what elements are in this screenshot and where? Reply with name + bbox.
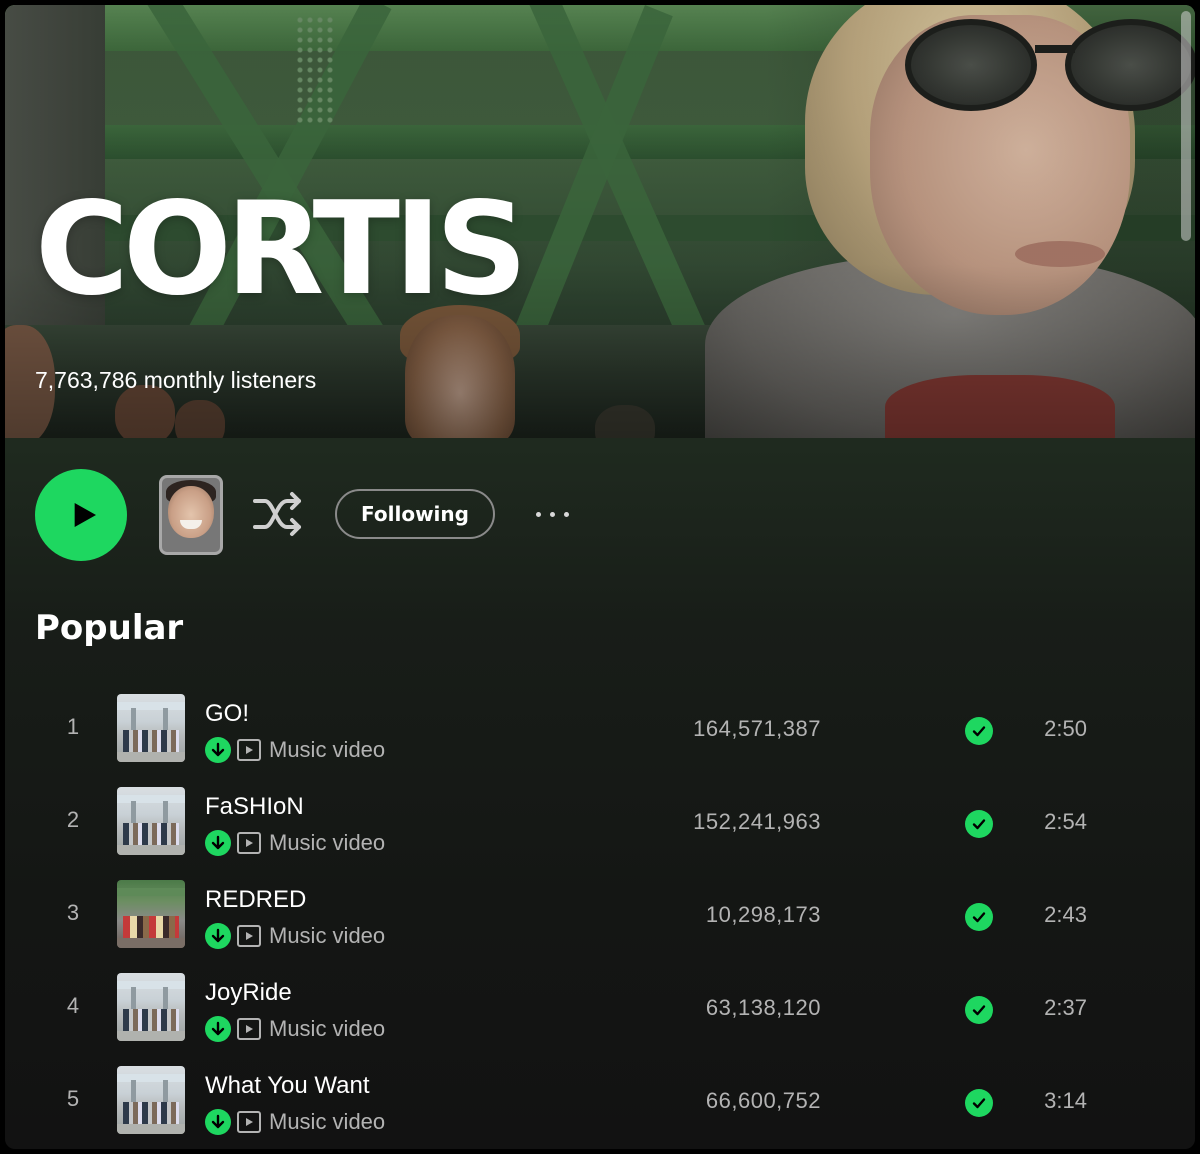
- track-title[interactable]: GO!: [205, 700, 249, 728]
- track-rank: 2: [66, 807, 80, 832]
- track-meta: Music video: [205, 829, 385, 857]
- track-cover: [117, 880, 185, 948]
- saved-check-icon[interactable]: [965, 903, 993, 931]
- track-play-count: 10,298,173: [705, 902, 821, 927]
- track-row[interactable]: 4 JoyRide Music video 63,138,120 2:37: [5, 969, 1195, 1049]
- track-meta: Music video: [205, 1015, 385, 1043]
- artist-avatar-button[interactable]: [159, 475, 223, 555]
- track-row[interactable]: 3 REDRED Music video 10,298,173 2:43: [5, 876, 1195, 956]
- shuffle-icon[interactable]: [251, 491, 307, 537]
- artist-page: CORTIS 7,763,786 monthly listeners Follo…: [5, 5, 1195, 1149]
- track-title[interactable]: What You Want: [205, 1072, 370, 1100]
- music-video-icon[interactable]: [237, 832, 261, 854]
- play-icon: [74, 503, 96, 527]
- music-video-icon[interactable]: [237, 1018, 261, 1040]
- track-play-count: 66,600,752: [705, 1088, 821, 1113]
- track-duration: 2:50: [1044, 716, 1087, 741]
- track-row[interactable]: 2 FaSHIoN Music video 152,241,963 2:54: [5, 783, 1195, 863]
- track-meta: Music video: [205, 736, 385, 764]
- track-duration: 2:37: [1044, 995, 1087, 1020]
- track-duration: 2:54: [1044, 809, 1087, 834]
- downloaded-icon: [205, 830, 231, 856]
- more-options-icon[interactable]: [525, 499, 579, 529]
- track-row[interactable]: 5 What You Want Music video 66,600,752 3…: [5, 1062, 1195, 1142]
- saved-check-icon[interactable]: [965, 996, 993, 1024]
- following-button[interactable]: Following: [335, 489, 495, 539]
- music-video-label[interactable]: Music video: [269, 737, 385, 763]
- monthly-listeners: 7,763,786 monthly listeners: [35, 367, 317, 393]
- track-rank: 5: [66, 1086, 80, 1111]
- track-meta: Music video: [205, 1108, 385, 1136]
- track-play-count: 164,571,387: [693, 716, 821, 741]
- track-rank: 4: [66, 993, 80, 1018]
- dot: [535, 511, 541, 517]
- track-rank: 3: [66, 900, 80, 925]
- music-video-icon[interactable]: [237, 1111, 261, 1133]
- track-cover: [117, 787, 185, 855]
- track-title[interactable]: REDRED: [205, 886, 306, 914]
- track-play-count: 63,138,120: [705, 995, 821, 1020]
- track-title[interactable]: FaSHIoN: [205, 793, 304, 821]
- track-meta: Music video: [205, 922, 385, 950]
- track-cover: [117, 694, 185, 762]
- saved-check-icon[interactable]: [965, 1089, 993, 1117]
- popular-heading: Popular: [35, 608, 184, 648]
- saved-check-icon[interactable]: [965, 717, 993, 745]
- downloaded-icon: [205, 1016, 231, 1042]
- track-rank: 1: [66, 714, 80, 739]
- track-duration: 2:43: [1044, 902, 1087, 927]
- downloaded-icon: [205, 1109, 231, 1135]
- scrollbar-thumb[interactable]: [1181, 11, 1191, 241]
- track-row[interactable]: 1 GO! Music video 164,571,387 2:50: [5, 690, 1195, 770]
- artist-hero-banner: CORTIS 7,763,786 monthly listeners: [5, 5, 1195, 438]
- track-cover: [117, 973, 185, 1041]
- track-cover: [117, 1066, 185, 1134]
- saved-check-icon[interactable]: [965, 810, 993, 838]
- music-video-label[interactable]: Music video: [269, 830, 385, 856]
- play-button[interactable]: [35, 469, 127, 561]
- downloaded-icon: [205, 737, 231, 763]
- music-video-label[interactable]: Music video: [269, 923, 385, 949]
- music-video-icon[interactable]: [237, 925, 261, 947]
- music-video-icon[interactable]: [237, 739, 261, 761]
- artist-name: CORTIS: [35, 175, 528, 324]
- music-video-label[interactable]: Music video: [269, 1109, 385, 1135]
- downloaded-icon: [205, 923, 231, 949]
- track-title[interactable]: JoyRide: [205, 979, 292, 1007]
- music-video-label[interactable]: Music video: [269, 1016, 385, 1042]
- track-play-count: 152,241,963: [693, 809, 821, 834]
- dot: [563, 511, 569, 517]
- avatar: [168, 486, 214, 538]
- dot: [549, 511, 555, 517]
- track-duration: 3:14: [1044, 1088, 1087, 1113]
